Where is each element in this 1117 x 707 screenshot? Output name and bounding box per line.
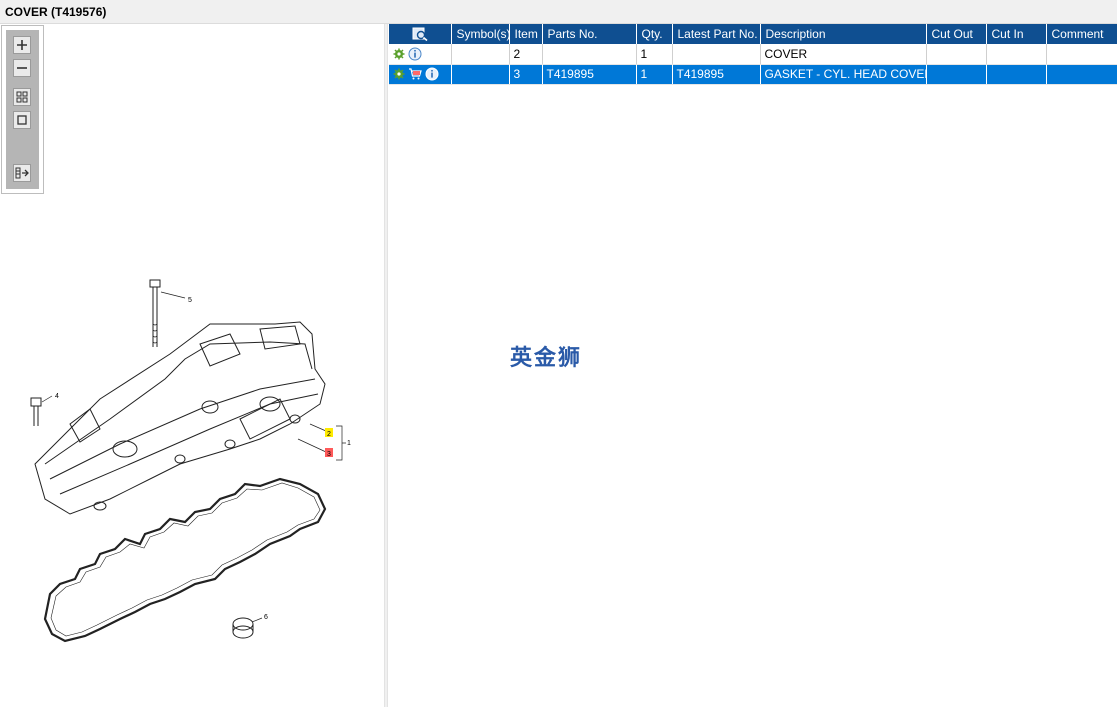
parts-diagram: 5 4 1 2 3 6 bbox=[30, 279, 351, 643]
parts-table: Symbol(s) Item Parts No. Qty. Latest Par… bbox=[389, 24, 1117, 85]
symbols-cell bbox=[451, 64, 510, 85]
item-cell: 2 bbox=[509, 44, 543, 65]
viewer-toolbox bbox=[1, 25, 44, 194]
callout-5[interactable]: 5 bbox=[188, 297, 192, 304]
list-arrow-icon bbox=[15, 167, 29, 179]
description-cell: COVER bbox=[760, 44, 927, 65]
callout-2[interactable]: 2 bbox=[327, 431, 331, 438]
column-header-item[interactable]: Item bbox=[509, 24, 543, 44]
table-row[interactable]: 2 1 COVER bbox=[389, 44, 1117, 65]
callout-1[interactable]: 1 bbox=[347, 440, 351, 447]
parts-no-cell bbox=[542, 44, 637, 65]
callout-3[interactable]: 3 bbox=[327, 451, 331, 458]
drawing-pane: 5 4 1 2 3 6 bbox=[0, 24, 386, 707]
info-icon[interactable] bbox=[425, 67, 439, 81]
column-header-qty[interactable]: Qty. bbox=[636, 24, 673, 44]
table-header-row: Symbol(s) Item Parts No. Qty. Latest Par… bbox=[389, 24, 1117, 44]
item-cell: 3 bbox=[509, 64, 543, 85]
description-cell: GASKET - CYL. HEAD COVER bbox=[760, 64, 927, 85]
symbols-cell bbox=[451, 44, 510, 65]
cylinder-head-cover[interactable] bbox=[34, 321, 326, 515]
pane-splitter[interactable] bbox=[384, 24, 388, 707]
column-header-cut-in[interactable]: Cut In bbox=[986, 24, 1047, 44]
window-titlebar: COVER (T419576) bbox=[0, 0, 1117, 24]
callout-4[interactable]: 4 bbox=[55, 393, 59, 400]
callout-6[interactable]: 6 bbox=[264, 614, 268, 621]
cut-out-cell bbox=[926, 64, 987, 85]
toggle-list-button[interactable] bbox=[13, 164, 31, 182]
cut-in-cell bbox=[986, 64, 1047, 85]
cut-out-cell bbox=[926, 44, 987, 65]
zoom-in-icon bbox=[17, 40, 27, 50]
parts-no-cell: T419895 bbox=[542, 64, 637, 85]
column-header-parts-no[interactable]: Parts No. bbox=[542, 24, 637, 44]
watermark-text: 英金狮 bbox=[510, 346, 583, 371]
gear-icon[interactable] bbox=[393, 48, 405, 60]
fit-all-icon bbox=[16, 91, 28, 103]
bolt-5[interactable] bbox=[149, 279, 161, 347]
column-header-symbols[interactable]: Symbol(s) bbox=[451, 24, 510, 44]
zoom-in-button[interactable] bbox=[13, 36, 31, 54]
row-icons-cell bbox=[389, 64, 452, 85]
actual-size-icon bbox=[17, 115, 27, 125]
parts-list-pane: Symbol(s) Item Parts No. Qty. Latest Par… bbox=[389, 24, 1117, 707]
gear-icon[interactable] bbox=[393, 68, 405, 80]
table-row-selected[interactable]: 3 T419895 1 T419895 GASKET - CYL. HEAD C… bbox=[389, 64, 1117, 85]
info-icon[interactable] bbox=[408, 47, 422, 61]
latest-part-no-cell bbox=[672, 44, 761, 65]
bolt-4[interactable] bbox=[30, 397, 42, 426]
qty-cell: 1 bbox=[636, 44, 673, 65]
search-list-icon bbox=[412, 27, 428, 42]
cut-in-cell bbox=[986, 44, 1047, 65]
cart-icon[interactable] bbox=[408, 68, 422, 80]
qty-cell: 1 bbox=[636, 64, 673, 85]
actual-size-button[interactable] bbox=[13, 111, 31, 129]
zoom-out-button[interactable] bbox=[13, 59, 31, 77]
comment-cell bbox=[1046, 64, 1117, 85]
column-header-cut-out[interactable]: Cut Out bbox=[926, 24, 987, 44]
column-header-description[interactable]: Description bbox=[760, 24, 927, 44]
column-header-comment[interactable]: Comment bbox=[1046, 24, 1117, 44]
fit-all-button[interactable] bbox=[13, 88, 31, 106]
comment-cell bbox=[1046, 44, 1117, 65]
row-icons-cell bbox=[389, 44, 452, 65]
window-title: COVER (T419576) bbox=[5, 5, 107, 19]
column-header-search[interactable] bbox=[389, 24, 452, 44]
latest-part-no-cell: T419895 bbox=[672, 64, 761, 85]
zoom-out-icon bbox=[17, 67, 27, 69]
column-header-latest-part-no[interactable]: Latest Part No. bbox=[672, 24, 761, 44]
seal-6[interactable] bbox=[232, 617, 254, 639]
